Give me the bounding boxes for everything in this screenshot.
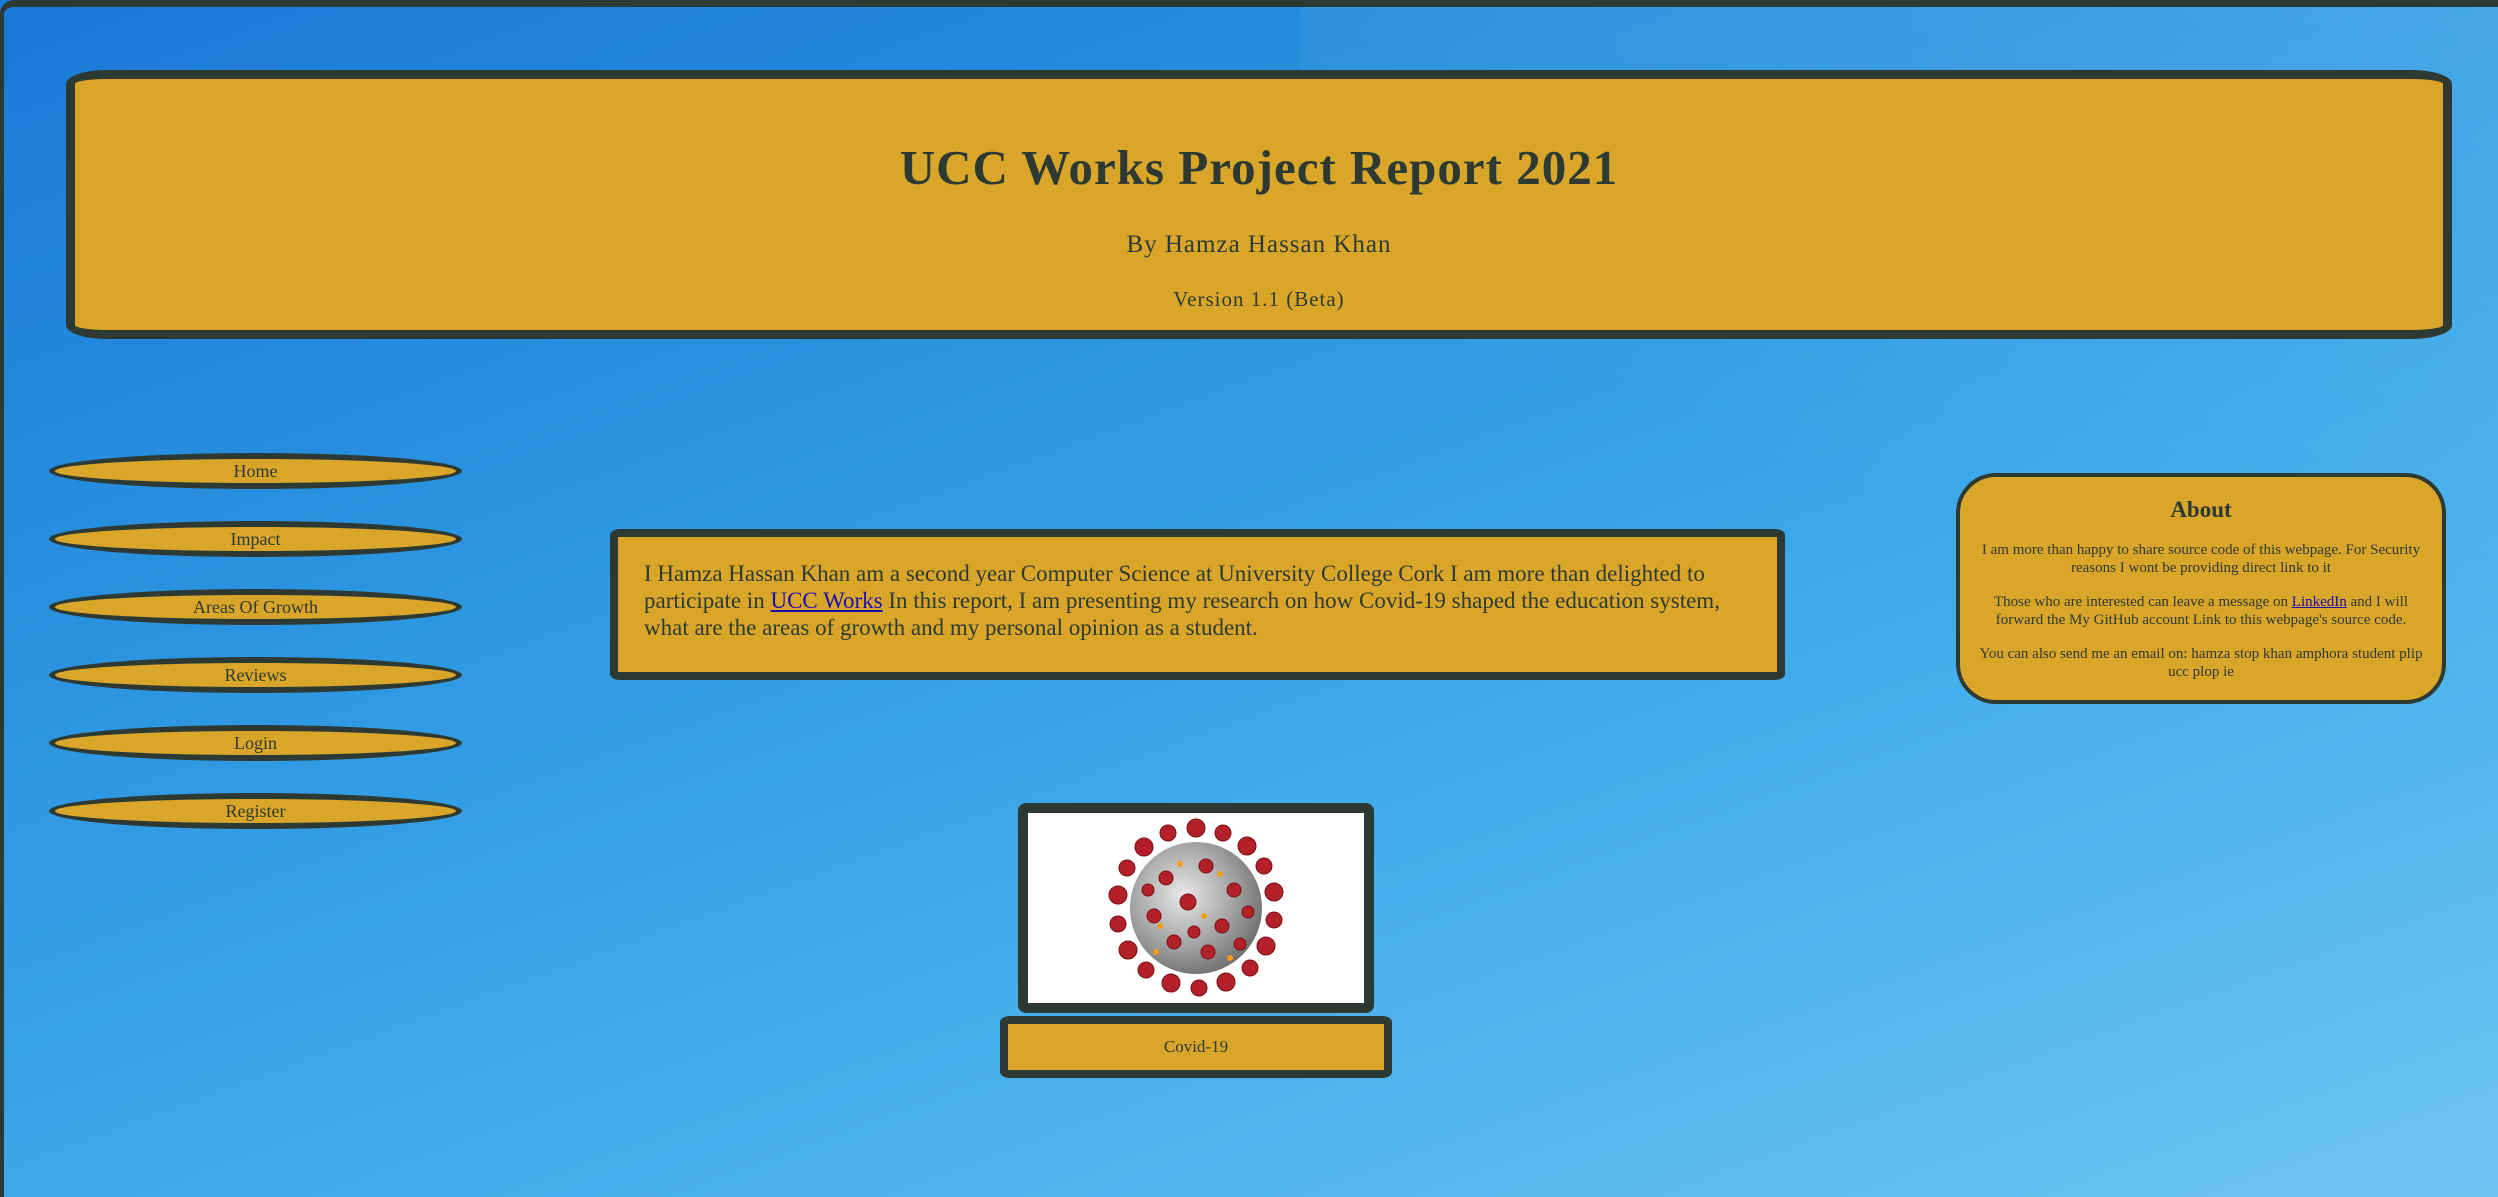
nav-impact-button[interactable]: Impact: [49, 521, 462, 557]
covid-image-frame: [1018, 803, 1374, 1013]
coronavirus-icon: [1108, 818, 1284, 997]
covid-image: [1028, 813, 1364, 1003]
about-paragraph-email: You can also send me an email on: hamza …: [1979, 646, 2423, 680]
nav-home-button[interactable]: Home: [49, 453, 462, 489]
about-panel: About I am more than happy to share sour…: [1956, 473, 2446, 704]
ucc-works-link[interactable]: UCC Works: [770, 588, 882, 613]
nav-reviews-button[interactable]: Reviews: [49, 657, 462, 693]
about-linkedin-text-start: Those who are interested can leave a mes…: [1993, 594, 2292, 610]
nav-login-button[interactable]: Login: [49, 725, 462, 761]
nav-areas-of-growth-button[interactable]: Areas Of Growth: [49, 589, 462, 625]
about-paragraph-source: I am more than happy to share source cod…: [1981, 542, 2421, 576]
version-label: Version 1.1 (Beta): [1173, 287, 1345, 311]
about-title: About: [2170, 497, 2232, 522]
nav-register-button[interactable]: Register: [49, 793, 462, 829]
author-byline: By Hamza Hassan Khan: [1126, 231, 1392, 258]
page-header: UCC Works Project Report 2021 By Hamza H…: [66, 70, 2452, 339]
page-title: UCC Works Project Report 2021: [899, 140, 1619, 195]
about-paragraph-linkedin: Those who are interested can leave a mes…: [1974, 593, 2428, 629]
intro-panel: I Hamza Hassan Khan am a second year Com…: [610, 529, 1785, 680]
linkedin-link[interactable]: LinkedIn: [2292, 594, 2347, 610]
covid-image-caption: Covid-19: [1000, 1016, 1392, 1078]
sidebar-nav: Home Impact Areas Of Growth Reviews Logi…: [49, 453, 462, 861]
